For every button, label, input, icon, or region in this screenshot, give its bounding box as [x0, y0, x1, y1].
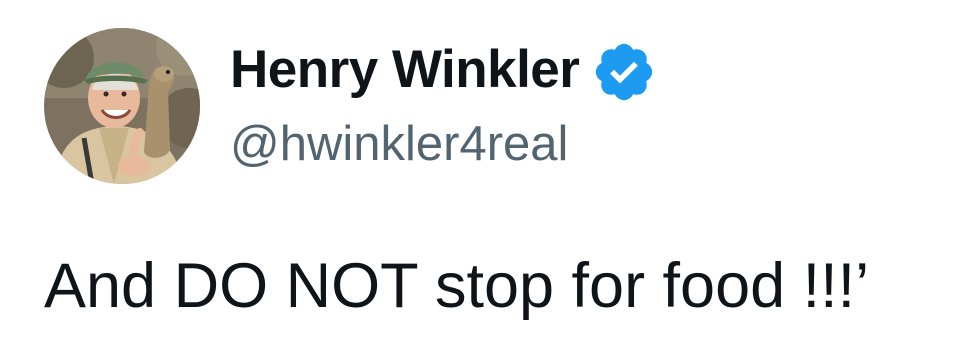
- avatar-photo-icon: [44, 28, 200, 184]
- author-display-name[interactable]: Henry Winkler: [230, 38, 580, 102]
- avatar[interactable]: [44, 28, 200, 184]
- author-handle[interactable]: @hwinkler4real: [230, 114, 568, 174]
- tweet-card: Henry Winkler @hwinkler4real And DO NOT …: [0, 0, 978, 352]
- author-name-row: Henry Winkler: [230, 38, 657, 102]
- verified-badge-icon: [591, 39, 657, 105]
- tweet-text: And DO NOT stop for food !!!’: [44, 251, 870, 321]
